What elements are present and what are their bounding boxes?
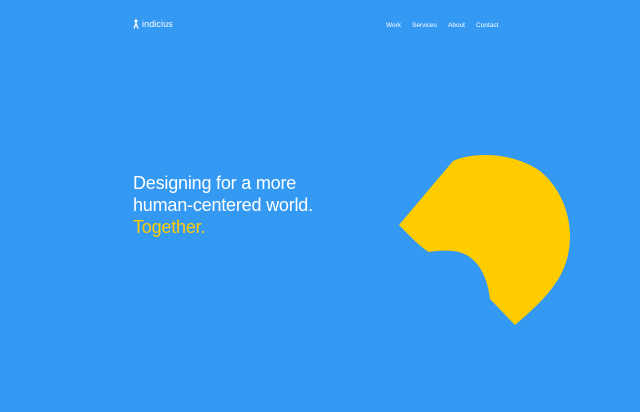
- nav-link-about[interactable]: About: [448, 22, 465, 30]
- brand-logo[interactable]: indicius: [133, 19, 173, 29]
- nav-link-contact[interactable]: Contact: [476, 22, 498, 30]
- logo-text: indicius: [142, 19, 173, 29]
- person-logo-icon: [133, 19, 139, 29]
- main-nav: Work Services About Contact: [386, 22, 498, 30]
- hero-line-accent: Together.: [133, 217, 206, 237]
- nav-link-services[interactable]: Services: [412, 22, 437, 30]
- hero-line-1: Designing for a more: [133, 173, 297, 193]
- nav-link-work[interactable]: Work: [386, 22, 401, 30]
- yellow-blob-shape: [399, 155, 571, 325]
- hero-headline: Designing for a more human-centered worl…: [133, 172, 313, 238]
- hero-line-2: human-centered world.: [133, 195, 313, 215]
